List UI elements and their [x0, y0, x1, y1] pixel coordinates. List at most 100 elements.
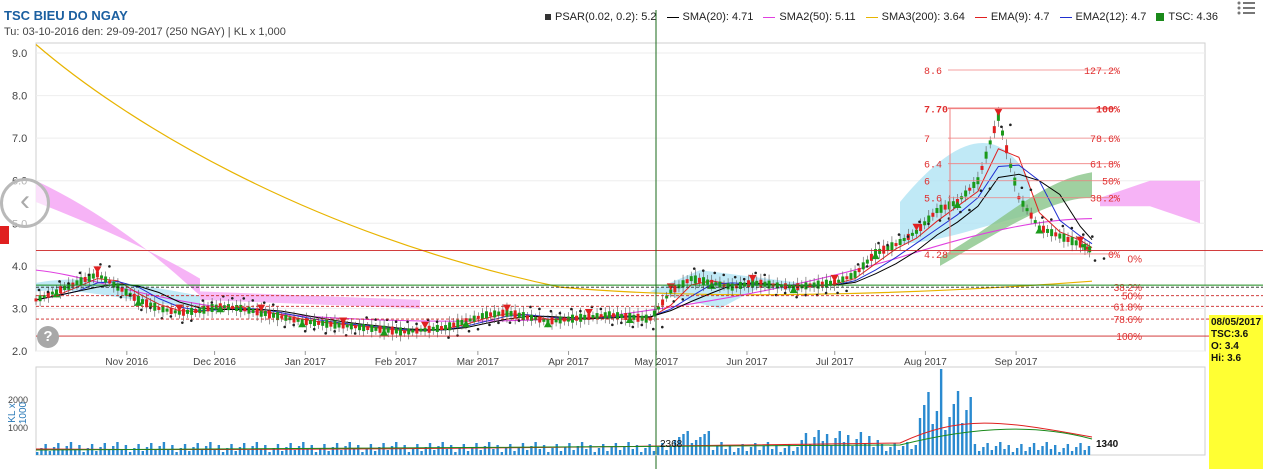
candle-body: [939, 204, 943, 213]
volume-bar: [369, 444, 373, 455]
volume-bar: [162, 442, 166, 455]
volume-bar: [948, 417, 951, 455]
tooltip-date: 08/05/2017: [1211, 317, 1262, 328]
fib-price-label: 8.6: [924, 67, 942, 78]
psar-dot: [497, 321, 500, 325]
volume-bar: [648, 444, 651, 455]
candle-body: [890, 242, 894, 251]
volume-bar: [551, 448, 554, 455]
candle-body: [1062, 233, 1066, 242]
candle-body: [951, 201, 955, 207]
volume-bar: [293, 450, 297, 455]
candle-body: [1058, 233, 1062, 239]
candle-body: [530, 314, 534, 321]
volume-bar: [982, 447, 985, 455]
volume-bar: [280, 451, 284, 455]
volume-bar: [116, 442, 119, 455]
candle-body: [312, 318, 316, 326]
candle-body: [50, 291, 54, 295]
volume-axis-label: KL x 1000: [7, 401, 29, 425]
volume-bar: [694, 440, 698, 455]
volume-bar: [876, 440, 879, 455]
psar-dot: [140, 308, 143, 312]
psar-dot: [303, 329, 307, 333]
volume-bar: [961, 423, 964, 455]
psar-dot: [631, 325, 635, 329]
x-tick-label: Dec 2016: [193, 357, 236, 368]
candle-body: [206, 306, 210, 312]
volume-bar: [327, 451, 330, 455]
x-tick-label: Jan 2017: [285, 357, 327, 368]
volume-bar: [711, 450, 715, 455]
x-tick-label: May 2017: [634, 357, 678, 368]
volume-bar: [475, 443, 478, 455]
candle-body: [374, 326, 378, 331]
back-button[interactable]: ‹: [0, 178, 50, 228]
volume-bar: [1003, 449, 1006, 455]
psar-dot: [579, 309, 582, 313]
fib-price-label: 7.70: [924, 105, 948, 116]
psar-dot: [190, 319, 193, 322]
candle-body: [964, 190, 968, 197]
volume-bar: [158, 446, 161, 455]
candle-body: [824, 279, 828, 288]
x-tick-label: Mar 2017: [457, 357, 500, 368]
candle-body: [181, 308, 185, 316]
candle-body: [255, 308, 259, 316]
volume-bar: [1087, 446, 1091, 455]
menu-button[interactable]: [1237, 0, 1259, 18]
psar-dot: [660, 325, 664, 329]
volume-bar: [728, 445, 732, 455]
volume-bar: [52, 447, 56, 455]
psar-dot: [181, 321, 184, 324]
psar-dot: [651, 327, 655, 331]
candle-body: [79, 277, 83, 286]
help-button[interactable]: ?: [37, 326, 59, 348]
volume-bar: [48, 451, 52, 455]
candle-body: [161, 306, 165, 313]
tooltip-open: O: 3.4: [1211, 341, 1239, 352]
volume-bar: [606, 451, 609, 455]
volume-bar: [897, 450, 901, 455]
candle-body: [988, 140, 992, 145]
volume-bar: [1024, 451, 1027, 455]
candle-body: [38, 295, 42, 302]
price-chart[interactable]: 2.03.04.05.06.07.08.09.0Nov 2016Dec 2016…: [0, 0, 1263, 469]
volume-bar: [952, 404, 956, 455]
candle-body: [378, 325, 382, 333]
volume-bar: [872, 447, 875, 455]
candle-body: [656, 306, 660, 310]
candle-body: [1050, 229, 1054, 237]
volume-bar: [234, 451, 237, 455]
psar-dot: [1050, 218, 1053, 221]
psar-dot: [46, 290, 50, 294]
volume-bar: [994, 446, 998, 455]
candle-body: [419, 328, 423, 332]
candle-body: [894, 243, 898, 247]
candle-body: [882, 245, 886, 254]
candle-body: [398, 327, 402, 336]
volume-bar: [238, 447, 242, 455]
psar-dot: [67, 282, 70, 285]
candle-body: [1025, 208, 1029, 212]
psar-dot: [1020, 186, 1024, 190]
volume-bar: [775, 445, 778, 455]
volume-bar: [990, 450, 994, 455]
volume-bar: [644, 448, 647, 455]
psar-dot: [979, 189, 983, 193]
candle-body: [747, 280, 751, 288]
psar-dot: [119, 295, 123, 299]
psar-dot: [1000, 125, 1003, 129]
psar-dot: [149, 306, 152, 310]
psar-dot: [701, 269, 705, 272]
volume-bar: [192, 447, 195, 455]
volume-bar: [593, 452, 596, 455]
volume-bar: [251, 446, 254, 455]
candle-body: [34, 298, 38, 302]
fib-pct-label: 0%: [1108, 251, 1120, 262]
candle-body: [407, 328, 411, 335]
volume-bar: [559, 451, 563, 455]
candle-body: [595, 313, 599, 320]
candle-body: [329, 321, 333, 327]
psar-dot: [754, 271, 757, 275]
